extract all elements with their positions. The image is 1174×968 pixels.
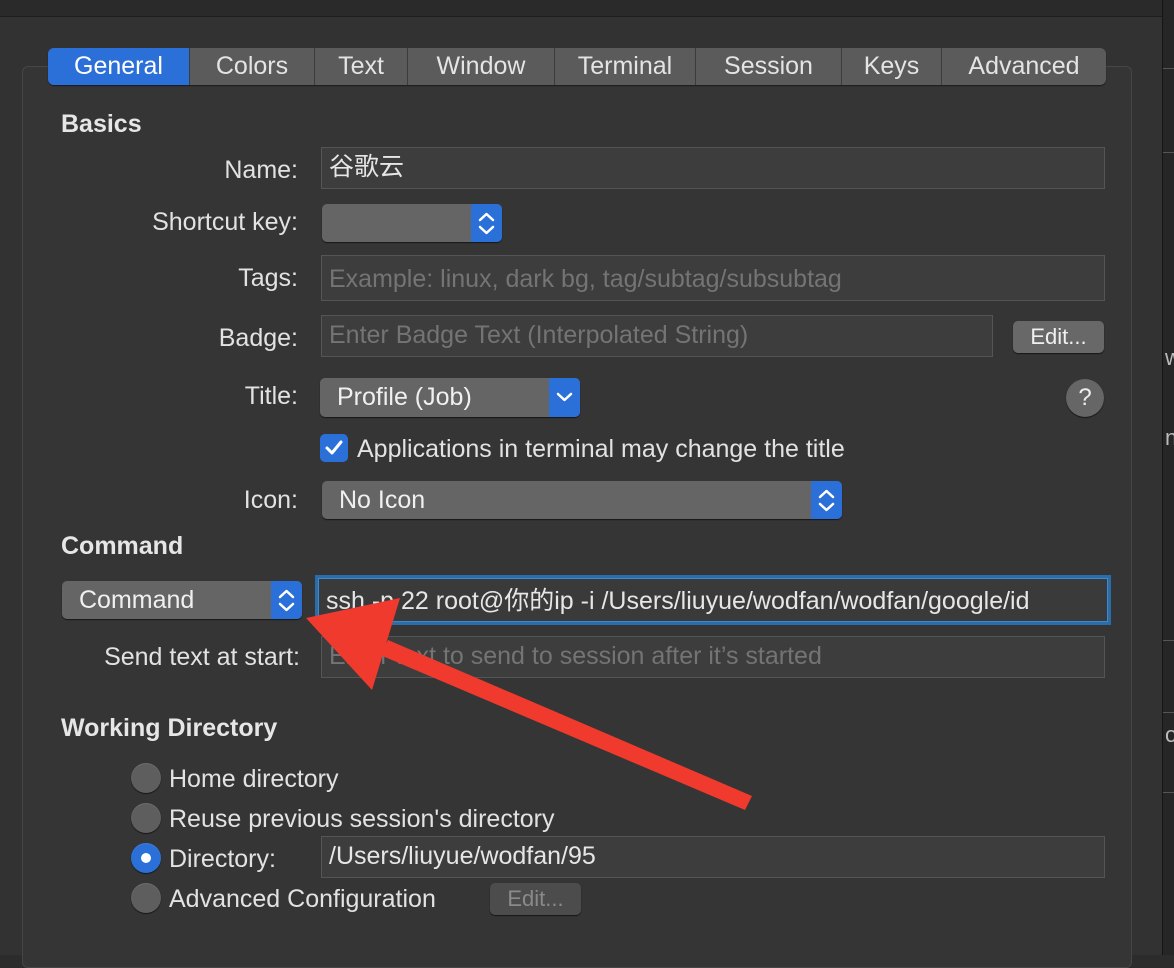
tags-field[interactable]: Example: linux, dark bg, tag/subtag/subs… — [321, 255, 1105, 301]
title-bar — [0, 0, 1162, 17]
reuse-directory-radio[interactable] — [131, 803, 161, 833]
checkmark-icon — [325, 440, 343, 455]
command-mode-value: Command — [79, 586, 195, 614]
section-title-command: Command — [61, 532, 184, 560]
title-popup-value: Profile (Job) — [337, 383, 472, 411]
up-down-chevron-icon — [471, 204, 502, 242]
tab-advanced[interactable]: Advanced — [942, 48, 1106, 85]
badge-field[interactable]: Enter Badge Text (Interpolated String) — [321, 315, 993, 357]
directory-radio[interactable] — [131, 843, 161, 873]
advanced-configuration-edit-button[interactable]: Edit... — [490, 883, 581, 915]
icon-popup-value: No Icon — [339, 486, 426, 514]
tab-general[interactable]: General — [48, 48, 190, 85]
tab-bar: General Colors Text Window Terminal Sess… — [48, 48, 1106, 85]
badge-label: Badge: — [218, 324, 298, 352]
shortcut-key-label: Shortcut key: — [152, 208, 298, 236]
preferences-window: General Colors Text Window Terminal Sess… — [0, 0, 1162, 968]
chevron-down-icon — [549, 378, 580, 417]
section-title-basics: Basics — [61, 110, 142, 138]
title-label: Title: — [244, 382, 298, 410]
tab-colors[interactable]: Colors — [190, 48, 315, 85]
up-down-chevron-icon — [811, 481, 842, 519]
badge-edit-button[interactable]: Edit... — [1013, 321, 1104, 353]
command-field[interactable]: ssh -p 22 root@你的ip -i /Users/liuyue/wod… — [318, 578, 1108, 622]
name-label: Name: — [224, 156, 298, 184]
advanced-configuration-radio[interactable] — [131, 883, 161, 913]
directory-label[interactable]: Directory: — [169, 845, 276, 874]
tab-text[interactable]: Text — [315, 48, 408, 85]
reuse-directory-label[interactable]: Reuse previous session's directory — [169, 805, 555, 834]
send-text-label: Send text at start: — [104, 643, 300, 671]
home-directory-radio[interactable] — [131, 763, 161, 793]
icon-popup[interactable]: No Icon — [322, 481, 842, 519]
apps-change-title-checkbox[interactable] — [320, 434, 348, 462]
icon-label: Icon: — [243, 486, 298, 514]
tab-window[interactable]: Window — [408, 48, 555, 85]
up-down-chevron-icon — [271, 581, 302, 619]
background-window-edge: w n o — [1162, 0, 1174, 955]
tab-terminal[interactable]: Terminal — [555, 48, 696, 85]
home-directory-label[interactable]: Home directory — [169, 765, 339, 794]
tab-session[interactable]: Session — [696, 48, 842, 85]
section-title-working-directory: Working Directory — [61, 714, 278, 742]
tab-keys[interactable]: Keys — [842, 48, 942, 85]
send-text-field[interactable]: Enter text to send to session after it’s… — [321, 636, 1105, 678]
command-mode-popup[interactable]: Command — [62, 581, 302, 619]
directory-field[interactable]: /Users/liuyue/wodfan/95 — [321, 836, 1105, 878]
name-field[interactable]: 谷歌云 — [321, 147, 1105, 189]
apps-change-title-label[interactable]: Applications in terminal may change the … — [357, 435, 845, 464]
tags-label: Tags: — [238, 264, 298, 292]
advanced-configuration-label[interactable]: Advanced Configuration — [169, 885, 436, 914]
help-button[interactable]: ? — [1066, 379, 1104, 417]
title-popup[interactable]: Profile (Job) — [320, 378, 580, 417]
shortcut-key-popup[interactable] — [322, 204, 502, 242]
